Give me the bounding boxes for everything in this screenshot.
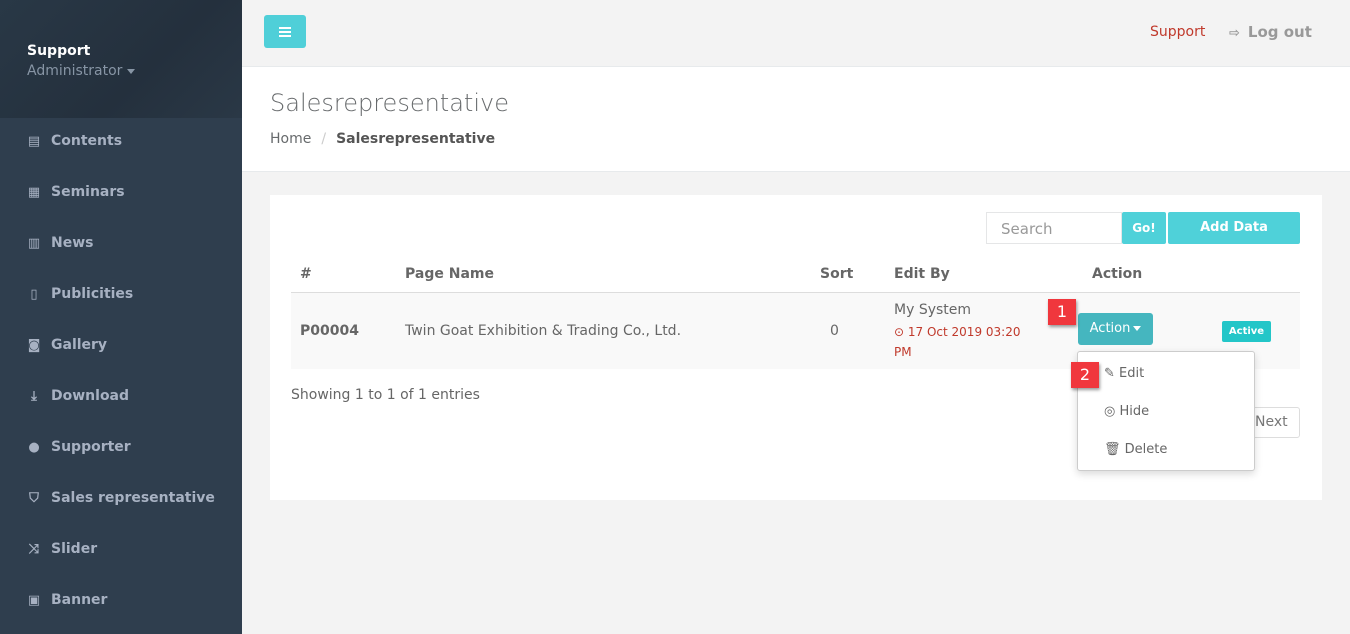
sidebar-item-label: News: [51, 235, 94, 251]
sidebar-item-label: Publicities: [51, 286, 134, 302]
caret-down-icon: [1133, 326, 1142, 331]
support-link[interactable]: Support: [1150, 24, 1205, 40]
bookmark-icon: ⛉: [29, 490, 39, 506]
sidebar-item-sales-representative[interactable]: ⛉ Sales representative: [26, 490, 215, 506]
calendar-icon: ▦: [27, 184, 41, 200]
sidebar-item-label: Download: [51, 388, 130, 404]
newspaper-icon: ▥: [27, 235, 41, 251]
page-header: Salesrepresentative Home / Salesrepresenta…: [242, 67, 1350, 172]
pencil-icon: ✎: [1104, 366, 1115, 381]
sidebar-item-seminars[interactable]: ▦ Seminars: [26, 184, 125, 200]
row-sort: 0: [830, 323, 839, 339]
sidebar-item-publicities[interactable]: ▯ Publicities: [26, 286, 133, 302]
sidebar-item-label: Sales representative: [51, 490, 215, 506]
row-date: ⊙ 17 Oct 2019 03:20 PM: [894, 325, 1021, 359]
col-page-name[interactable]: Page Name: [405, 266, 494, 282]
action-dropdown-button[interactable]: Action: [1078, 313, 1153, 345]
role-dropdown[interactable]: Administrator: [27, 63, 242, 79]
step-marker-2: 2: [1071, 362, 1099, 388]
add-data-button[interactable]: Add Data: [1168, 212, 1300, 244]
col-sort[interactable]: Sort: [820, 266, 853, 282]
topbar: Support ⇨ Log out: [242, 0, 1350, 67]
building-icon: ▯: [30, 286, 38, 302]
sidebar: Support Administrator ▤ Contents ▦ Seminars…: [0, 0, 242, 634]
random-icon: ⤨: [28, 541, 40, 557]
eye-slash-icon: ◎: [1104, 404, 1116, 419]
trash-icon: 🗑: [1104, 442, 1121, 457]
row-page-name: Twin Goat Exhibition & Trading Co., Ltd.: [405, 323, 682, 339]
users-icon: ●: [28, 439, 40, 455]
download-icon: ⤓: [31, 388, 37, 404]
menu-item-hide[interactable]: ◎ Hide: [1104, 404, 1149, 419]
profile: Support Administrator: [0, 0, 242, 118]
sidebar-item-banner[interactable]: ▣ Banner: [26, 592, 108, 608]
sidebar-item-contents[interactable]: ▤ Contents: [26, 133, 122, 149]
breadcrumb: Home / Salesrepresentative: [270, 131, 496, 147]
breadcrumb-current: Salesrepresentative: [336, 131, 496, 147]
entries-info: Showing 1 to 1 of 1 entries: [291, 387, 480, 403]
row-id: P00004: [300, 323, 359, 339]
go-button[interactable]: Go!: [1122, 212, 1166, 244]
menu-item-edit[interactable]: ✎ Edit: [1104, 366, 1144, 381]
user-name: Support: [27, 43, 91, 59]
row-edit-by: My System: [894, 302, 972, 318]
sidebar-item-download[interactable]: ⤓ Download: [26, 388, 129, 404]
sidebar-item-label: Seminars: [51, 184, 125, 200]
sidebar-item-news[interactable]: ▥ News: [26, 235, 94, 251]
role-label: Administrator: [27, 63, 123, 79]
sidebar-item-gallery[interactable]: ◙ Gallery: [26, 337, 107, 353]
sidebar-item-label: Slider: [51, 541, 98, 557]
action-menu: ✎ Edit ◎ Hide 🗑 Delete: [1077, 351, 1255, 471]
status-badge[interactable]: Active: [1222, 321, 1271, 342]
col-id[interactable]: #: [300, 266, 312, 282]
camera-icon: ◙: [27, 337, 41, 353]
sidebar-item-supporter[interactable]: ● Supporter: [26, 439, 131, 455]
col-edit-by[interactable]: Edit By: [894, 266, 950, 282]
logout-label: Log out: [1247, 23, 1312, 41]
list-alt-icon: ▤: [27, 133, 41, 149]
clock-icon: ⊙: [894, 325, 905, 339]
sidebar-item-slider[interactable]: ⤨ Slider: [26, 541, 97, 557]
sidebar-item-label: Banner: [51, 592, 108, 608]
sidebar-item-label: Contents: [51, 133, 123, 149]
search-input[interactable]: Search: [986, 212, 1122, 244]
sidebar-item-label: Supporter: [51, 439, 131, 455]
breadcrumb-home[interactable]: Home: [270, 131, 311, 147]
menu-item-delete[interactable]: 🗑 Delete: [1104, 442, 1167, 457]
image-icon: ▣: [27, 592, 41, 608]
logout-link[interactable]: ⇨ Log out: [1229, 23, 1312, 41]
page-title: Salesrepresentative: [270, 89, 509, 117]
menu-toggle-button[interactable]: [264, 15, 306, 48]
sign-out-icon: ⇨: [1229, 26, 1240, 41]
col-action[interactable]: Action: [1092, 266, 1142, 282]
caret-down-icon: [127, 68, 136, 74]
step-marker-1: 1: [1048, 299, 1076, 325]
sidebar-item-label: Gallery: [51, 337, 108, 353]
